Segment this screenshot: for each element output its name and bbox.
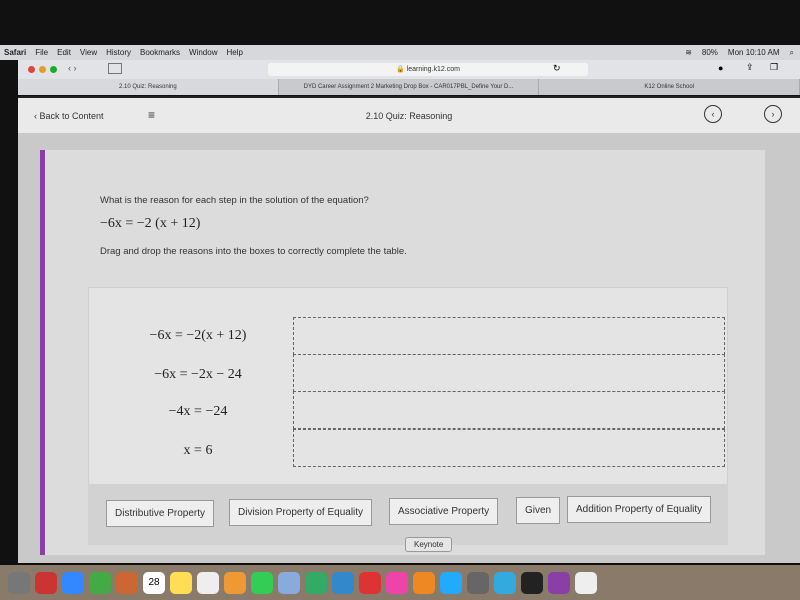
safari-icon[interactable] [62,571,84,594]
step-3: −4x = −24 [168,404,228,419]
question-prompt: What is the reason for each step in the … [100,195,369,206]
address-bar[interactable]: 🔒 learning.k12.com [268,63,588,76]
wifi-icon[interactable]: ≋ [685,48,692,58]
quicktime-icon[interactable] [494,571,516,594]
reload-icon[interactable]: ↻ [553,63,561,74]
search-icon[interactable]: ⌕ [790,48,794,58]
dock: 28 [0,565,800,600]
menu-view[interactable]: View [80,48,97,57]
menu-bar: Safari File Edit View History Bookmarks … [0,45,800,60]
tab-k12[interactable]: K12 Online School [539,79,800,95]
zoom-window-button[interactable] [50,66,57,73]
news-icon[interactable] [359,571,381,594]
menu-history[interactable]: History [106,48,131,57]
terminal-icon[interactable] [521,571,543,594]
drop-box-1[interactable] [293,317,725,355]
messages-icon[interactable] [89,571,111,594]
numbers-icon[interactable] [305,571,327,594]
books-icon[interactable] [413,571,435,594]
menu-window[interactable]: Window [189,48,217,57]
close-window-button[interactable] [28,66,35,73]
back-forward-icons[interactable]: ‹ › [68,63,77,73]
extension-icon[interactable]: ● [718,63,723,73]
step-2: −6x = −2x − 24 [154,367,242,382]
step-1: −6x = −2(x + 12) [149,328,247,343]
drop-box-3[interactable] [293,391,725,429]
drop-box-4[interactable] [293,429,725,467]
page-header: ‹ Back to Content ≡ 2.10 Quiz: Reasoning… [18,96,800,133]
keynote-icon[interactable] [332,571,354,594]
menu-edit[interactable]: Edit [57,48,71,57]
menu-help[interactable]: Help [226,48,242,57]
contacts-icon[interactable] [116,571,138,594]
reason-distributive[interactable]: Distributive Property [106,500,215,527]
menu-app[interactable]: Safari [4,48,26,57]
reason-division[interactable]: Division Property of Equality [229,499,373,526]
reason-associative[interactable]: Associative Property [389,498,499,525]
notes-icon[interactable] [170,571,192,594]
menu-bookmarks[interactable]: Bookmarks [140,48,180,57]
calendar-icon[interactable]: 28 [143,571,165,594]
photos-icon[interactable] [224,571,246,594]
url-text: learning.k12.com [406,66,460,73]
tab-dyd[interactable]: DYD Career Assignment 2 Marketing Drop B… [279,79,540,95]
music-icon[interactable] [386,571,408,594]
share-icon[interactable]: ⇪ [746,62,754,73]
page-title: 2.10 Quiz: Reasoning [365,111,453,121]
tab-bar: 2.10 Quiz: Reasoning DYD Career Assignme… [18,79,800,95]
system-preferences-icon[interactable] [467,571,489,594]
dock-tooltip: Keynote [405,537,453,552]
drop-box-2[interactable] [293,354,725,392]
clock[interactable]: Mon 10:10 AM [728,48,780,58]
minimize-window-button[interactable] [39,66,46,73]
step-4: x = 6 [183,443,213,458]
visual-studio-icon[interactable] [548,571,570,594]
next-icon[interactable]: › [764,105,782,123]
reminders-icon[interactable] [197,571,219,594]
question-equation: −6x = −2 (x + 12) [100,216,201,231]
battery-status[interactable]: 80% [702,48,718,58]
reason-addition[interactable]: Addition Property of Equality [567,496,712,523]
tab-quiz[interactable]: 2.10 Quiz: Reasoning [18,79,279,95]
launchpad-icon[interactable] [35,571,57,594]
document-icon[interactable] [575,571,597,594]
tabs-icon[interactable]: ❐ [770,62,778,73]
preview-icon[interactable] [278,571,300,594]
instruction: Drag and drop the reasons into the boxes… [100,246,407,257]
browser-toolbar: ‹ › 🔒 learning.k12.com ↻ ● ⇪ ❐ [18,60,800,79]
sidebar-icon[interactable] [108,63,122,74]
finder-icon[interactable] [8,571,30,594]
previous-icon[interactable]: ‹ [704,105,722,123]
app-store-icon[interactable] [440,571,462,594]
reason-given[interactable]: Given [516,497,561,524]
menu-file[interactable]: File [35,48,48,57]
facetime-icon[interactable] [251,571,273,594]
